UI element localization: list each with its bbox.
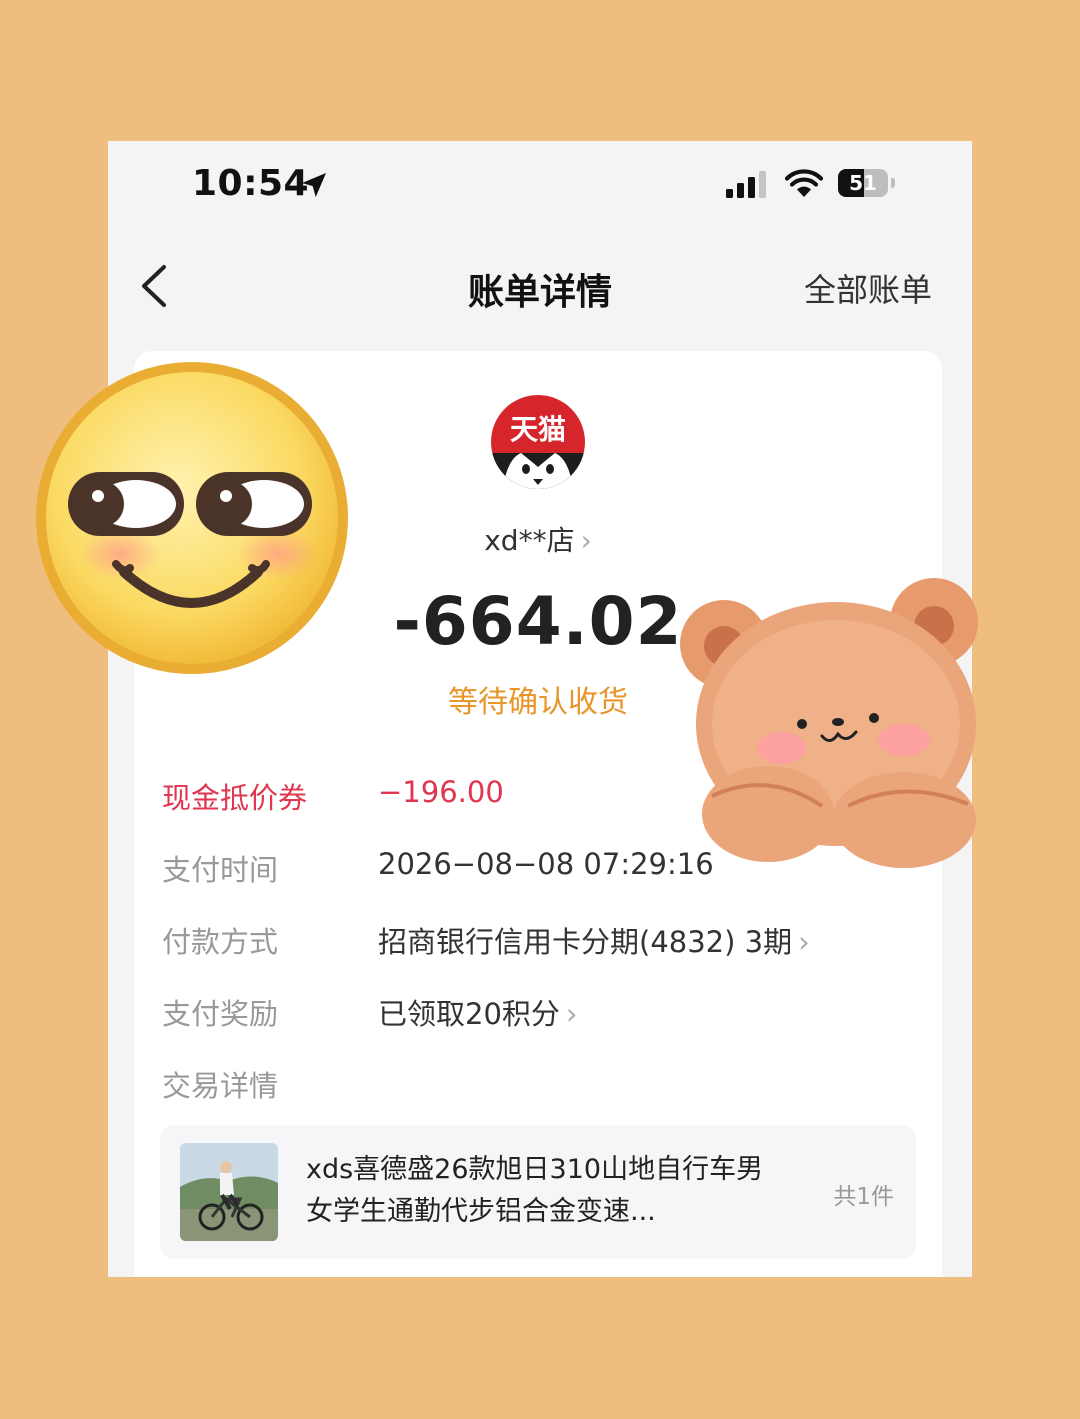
chevron-right-icon: ›: [580, 524, 592, 557]
reward-value: 已领取20积分 ›: [378, 991, 578, 1033]
nav-bar: 账单详情 全部账单: [108, 241, 972, 331]
tmall-logo-text: 天猫: [510, 413, 566, 446]
bear-sticker: [680, 578, 978, 868]
status-bar: 10:54 51: [108, 141, 972, 231]
detail-row-pay-method[interactable]: 付款方式 招商银行信用卡分期(4832) 3期 ›: [162, 919, 922, 963]
signal-icon: [726, 171, 766, 198]
coupon-label: 现金抵价券: [162, 781, 308, 815]
product-thumbnail: [180, 1143, 278, 1241]
battery-level-text: 51: [849, 171, 877, 195]
detail-row-transaction: 交易详情: [162, 1063, 922, 1107]
pay-method-value: 招商银行信用卡分期(4832) 3期 ›: [378, 919, 810, 961]
transaction-label: 交易详情: [162, 1069, 279, 1103]
battery-icon: 51: [838, 169, 888, 197]
product-count: 共1件: [833, 1184, 894, 1210]
smiley-emoji-sticker: [36, 362, 348, 674]
pay-time-value: 2026−08−08 07:29:16: [378, 847, 714, 881]
wifi-icon: [784, 169, 824, 197]
merchant-name: xd**店: [484, 524, 575, 557]
pay-method-label: 付款方式: [162, 925, 279, 959]
chevron-right-icon: ›: [565, 997, 578, 1031]
chevron-right-icon: ›: [798, 925, 810, 959]
product-card[interactable]: xds喜德盛26款旭日310山地自行车男女学生通勤代步铝合金变速... 共1件: [160, 1125, 916, 1259]
battery-tip: [891, 178, 895, 188]
detail-row-reward[interactable]: 支付奖励 已领取20积分 ›: [162, 991, 922, 1035]
status-time: 10:54: [192, 163, 310, 204]
tmall-logo: 天猫: [491, 395, 585, 489]
reward-label: 支付奖励: [162, 997, 279, 1031]
location-arrow-icon: [302, 173, 326, 197]
coupon-value: −196.00: [378, 775, 504, 809]
pay-time-label: 支付时间: [162, 853, 279, 887]
pay-method-text: 招商银行信用卡分期(4832) 3期: [378, 925, 793, 959]
reward-text: 已领取20积分: [378, 997, 560, 1031]
product-title: xds喜德盛26款旭日310山地自行车男女学生通勤代步铝合金变速...: [306, 1154, 764, 1227]
all-bills-link[interactable]: 全部账单: [804, 265, 932, 311]
